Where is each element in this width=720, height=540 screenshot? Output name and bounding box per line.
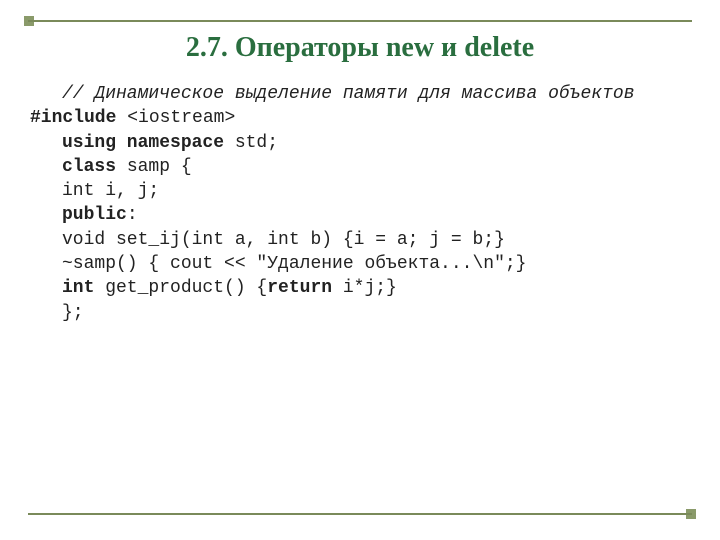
code-comment: // Динамическое выделение памяти для мас… [62, 84, 635, 104]
code-text: }; [62, 303, 84, 323]
kw-return: return [267, 278, 332, 298]
kw-include: #include [30, 108, 116, 128]
code-block: // Динамическое выделение памяти для мас… [28, 82, 692, 325]
kw-using-namespace: using namespace [62, 133, 224, 153]
code-text: <iostream> [116, 108, 235, 128]
code-text: : [127, 205, 138, 225]
kw-public: public [62, 205, 127, 225]
slide-frame: 2.7. Операторы new и delete // Динамичес… [28, 20, 692, 500]
code-text: std; [224, 133, 278, 153]
code-text: get_product() { [94, 278, 267, 298]
code-text: samp { [116, 157, 192, 177]
code-text: ~samp() { cout << "Удаление объекта...\n… [62, 254, 526, 274]
slide-title: 2.7. Операторы new и delete [28, 32, 692, 64]
code-text: i*j;} [332, 278, 397, 298]
kw-class: class [62, 157, 116, 177]
code-text: int i, j; [62, 181, 159, 201]
footer-rule [28, 513, 692, 515]
kw-int: int [62, 278, 94, 298]
header-rule [28, 20, 692, 22]
code-text: void set_ij(int a, int b) {i = a; j = b;… [62, 230, 505, 250]
